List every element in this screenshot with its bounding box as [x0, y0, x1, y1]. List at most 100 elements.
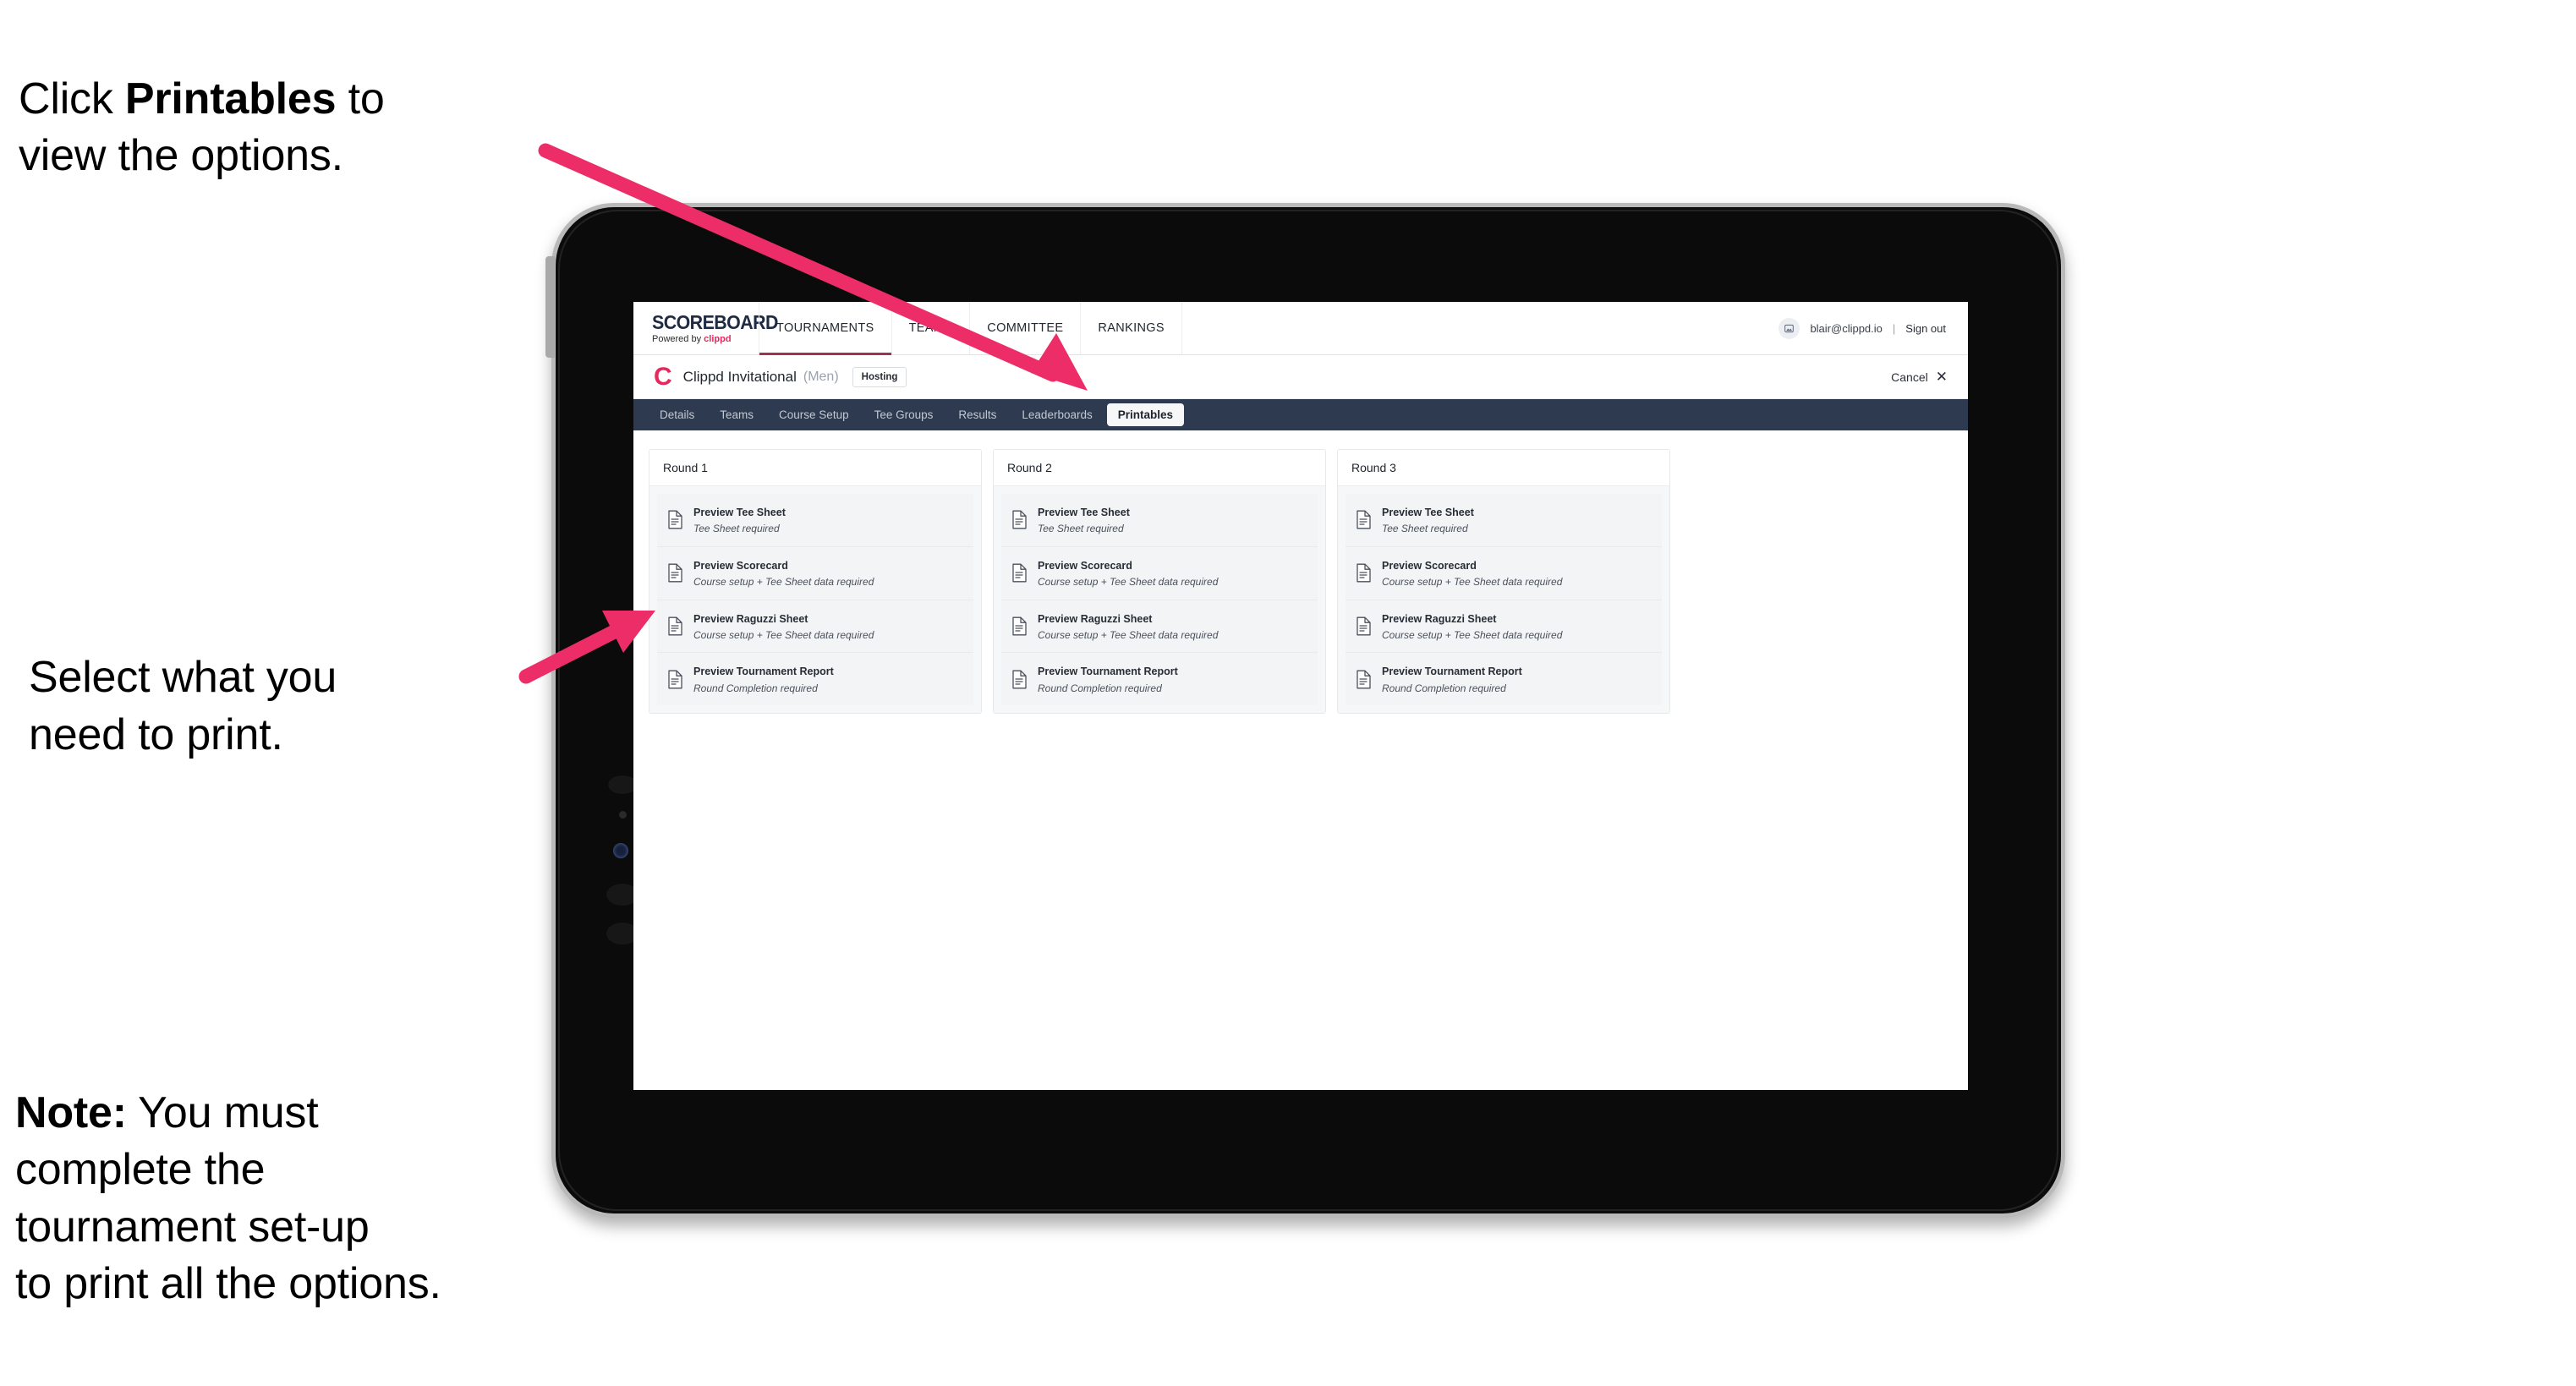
clippd-logo-icon: C — [654, 362, 672, 391]
printable-title: Preview Tournament Report — [693, 666, 834, 678]
printable-subtitle: Round Completion required — [693, 682, 818, 694]
printables-content: Round 1 Preview Tee Sheet Tee Sheet requ… — [633, 430, 1968, 1090]
tab-teams[interactable]: Teams — [709, 403, 765, 426]
round-title-2: Round 2 — [994, 450, 1325, 486]
printable-title: Preview Raguzzi Sheet — [1382, 612, 1497, 625]
document-icon — [1011, 670, 1028, 689]
printable-item[interactable]: Preview Tournament Report Round Completi… — [657, 653, 973, 706]
printable-item[interactable]: Preview Tee Sheet Tee Sheet required — [1346, 494, 1662, 547]
printable-title: Preview Raguzzi Sheet — [1038, 612, 1153, 625]
user-avatar-icon[interactable] — [1779, 317, 1800, 339]
header-user-area: blair@clippd.io | Sign out — [1779, 302, 1968, 354]
printable-item[interactable]: Preview Scorecard Course setup + Tee She… — [1001, 546, 1318, 600]
logo-tagline-prefix: Powered by — [652, 333, 704, 344]
tab-course-setup[interactable]: Course Setup — [768, 403, 860, 426]
round-column-2: Round 2 Preview Tee Sheet Tee Sheet requ… — [993, 449, 1326, 715]
close-x-icon: ✕ — [1935, 369, 1948, 385]
tab-tee-groups[interactable]: Tee Groups — [863, 403, 945, 426]
printable-subtitle: Course setup + Tee Sheet data required — [1382, 629, 1563, 642]
printable-title: Preview Scorecard — [1038, 559, 1132, 572]
logo-tagline: Powered by clippd — [652, 333, 759, 344]
printable-subtitle: Course setup + Tee Sheet data required — [693, 576, 874, 589]
document-icon — [1011, 616, 1028, 636]
printable-text: Preview Scorecard Course setup + Tee She… — [1038, 557, 1218, 589]
printable-item[interactable]: Preview Scorecard Course setup + Tee She… — [657, 546, 973, 600]
printable-title: Preview Raguzzi Sheet — [693, 612, 808, 625]
nav-item-rankings[interactable]: RANKINGS — [1081, 302, 1182, 354]
tab-leaderboards[interactable]: Leaderboards — [1011, 403, 1103, 426]
printable-text: Preview Tournament Report Round Completi… — [1382, 663, 1522, 695]
printable-item[interactable]: Preview Raguzzi Sheet Course setup + Tee… — [1001, 600, 1318, 654]
printable-text: Preview Tee Sheet Tee Sheet required — [693, 504, 786, 536]
printable-subtitle: Course setup + Tee Sheet data required — [1038, 629, 1219, 642]
tournament-title: Clippd Invitational — [682, 368, 797, 385]
printable-item[interactable]: Preview Tee Sheet Tee Sheet required — [1001, 494, 1318, 547]
printable-item[interactable]: Preview Scorecard Course setup + Tee She… — [1346, 546, 1662, 600]
printable-text: Preview Raguzzi Sheet Course setup + Tee… — [693, 611, 874, 643]
status-badge: Hosting — [852, 366, 907, 387]
annotation-click-pre: Click — [19, 74, 125, 123]
round-items-3: Preview Tee Sheet Tee Sheet required Pre… — [1338, 486, 1669, 714]
printable-item[interactable]: Preview Tee Sheet Tee Sheet required — [657, 494, 973, 547]
cancel-button[interactable]: Cancel ✕ — [1891, 370, 1948, 384]
nav-item-committee[interactable]: COMMITTEE — [970, 302, 1082, 354]
nav-item-teams[interactable]: TEAMS — [892, 302, 971, 354]
round-column-1: Round 1 Preview Tee Sheet Tee Sheet requ… — [649, 449, 982, 715]
printable-title: Preview Tournament Report — [1382, 666, 1522, 678]
document-icon — [667, 670, 683, 689]
printable-item[interactable]: Preview Raguzzi Sheet Course setup + Tee… — [1346, 600, 1662, 654]
printable-subtitle: Course setup + Tee Sheet data required — [1382, 576, 1563, 589]
printable-subtitle: Course setup + Tee Sheet data required — [693, 629, 874, 642]
tablet-screen: SCOREBOARD Powered by clippd TOURNAMENTS… — [633, 302, 1968, 1090]
printable-title: Preview Tee Sheet — [1382, 507, 1474, 518]
sign-out-link[interactable]: Sign out — [1905, 322, 1946, 335]
printable-text: Preview Raguzzi Sheet Course setup + Tee… — [1382, 611, 1562, 643]
cancel-label: Cancel — [1891, 370, 1928, 384]
tournament-gender-label: (Men) — [803, 369, 839, 384]
printable-text: Preview Scorecard Course setup + Tee She… — [693, 557, 874, 589]
annotation-select-print: Select what you need to print. — [29, 653, 337, 759]
printable-text: Preview Tee Sheet Tee Sheet required — [1382, 504, 1474, 536]
printable-item[interactable]: Preview Tournament Report Round Completi… — [1346, 653, 1662, 706]
document-icon — [1011, 563, 1028, 583]
document-icon — [667, 563, 683, 583]
printable-title: Preview Tournament Report — [1038, 666, 1178, 678]
device-side-button[interactable] — [545, 256, 555, 358]
round-title-3: Round 3 — [1338, 450, 1669, 486]
printable-subtitle: Tee Sheet required — [1382, 523, 1468, 535]
printable-text: Preview Tournament Report Round Completi… — [1038, 663, 1178, 695]
printable-title: Preview Tee Sheet — [693, 507, 786, 518]
document-icon — [1356, 670, 1372, 689]
printable-title: Preview Scorecard — [693, 559, 788, 572]
logo-tagline-brand: clippd — [704, 333, 732, 344]
annotation-note-bold: Note: — [15, 1087, 127, 1137]
document-icon — [1356, 510, 1372, 529]
document-icon — [1356, 563, 1372, 583]
printable-title: Preview Tee Sheet — [1038, 507, 1130, 518]
printable-title: Preview Scorecard — [1382, 559, 1477, 572]
device-microphone-icon — [619, 811, 627, 819]
header-separator: | — [1892, 321, 1896, 335]
tab-results[interactable]: Results — [947, 403, 1007, 426]
site-header: SCOREBOARD Powered by clippd TOURNAMENTS… — [633, 302, 1968, 355]
printable-text: Preview Scorecard Course setup + Tee She… — [1382, 557, 1562, 589]
tablet-device: SCOREBOARD Powered by clippd TOURNAMENTS… — [545, 203, 2065, 1218]
user-email: blair@clippd.io — [1810, 321, 1883, 335]
document-icon — [1011, 510, 1028, 529]
printable-subtitle: Tee Sheet required — [1038, 523, 1124, 535]
document-icon — [1356, 616, 1372, 636]
logo-wordmark: SCOREBOARD — [652, 310, 778, 333]
document-icon — [667, 510, 683, 529]
printable-subtitle: Round Completion required — [1382, 682, 1506, 694]
tab-printables[interactable]: Printables — [1106, 403, 1185, 426]
tab-details[interactable]: Details — [649, 403, 705, 426]
scoreboard-logo[interactable]: SCOREBOARD Powered by clippd — [633, 302, 778, 354]
printable-item[interactable]: Preview Raguzzi Sheet Course setup + Tee… — [657, 600, 973, 654]
tournament-header-bar: C Clippd Invitational (Men) Hosting Canc… — [633, 355, 1968, 399]
nav-item-tournaments[interactable]: TOURNAMENTS — [759, 302, 892, 355]
printable-subtitle: Round Completion required — [1038, 682, 1162, 694]
device-speaker-icon — [608, 775, 637, 794]
primary-navigation: TOURNAMENTS TEAMS COMMITTEE RANKINGS — [759, 302, 1182, 355]
device-camera-icon — [613, 843, 628, 858]
printable-item[interactable]: Preview Tournament Report Round Completi… — [1001, 653, 1318, 706]
